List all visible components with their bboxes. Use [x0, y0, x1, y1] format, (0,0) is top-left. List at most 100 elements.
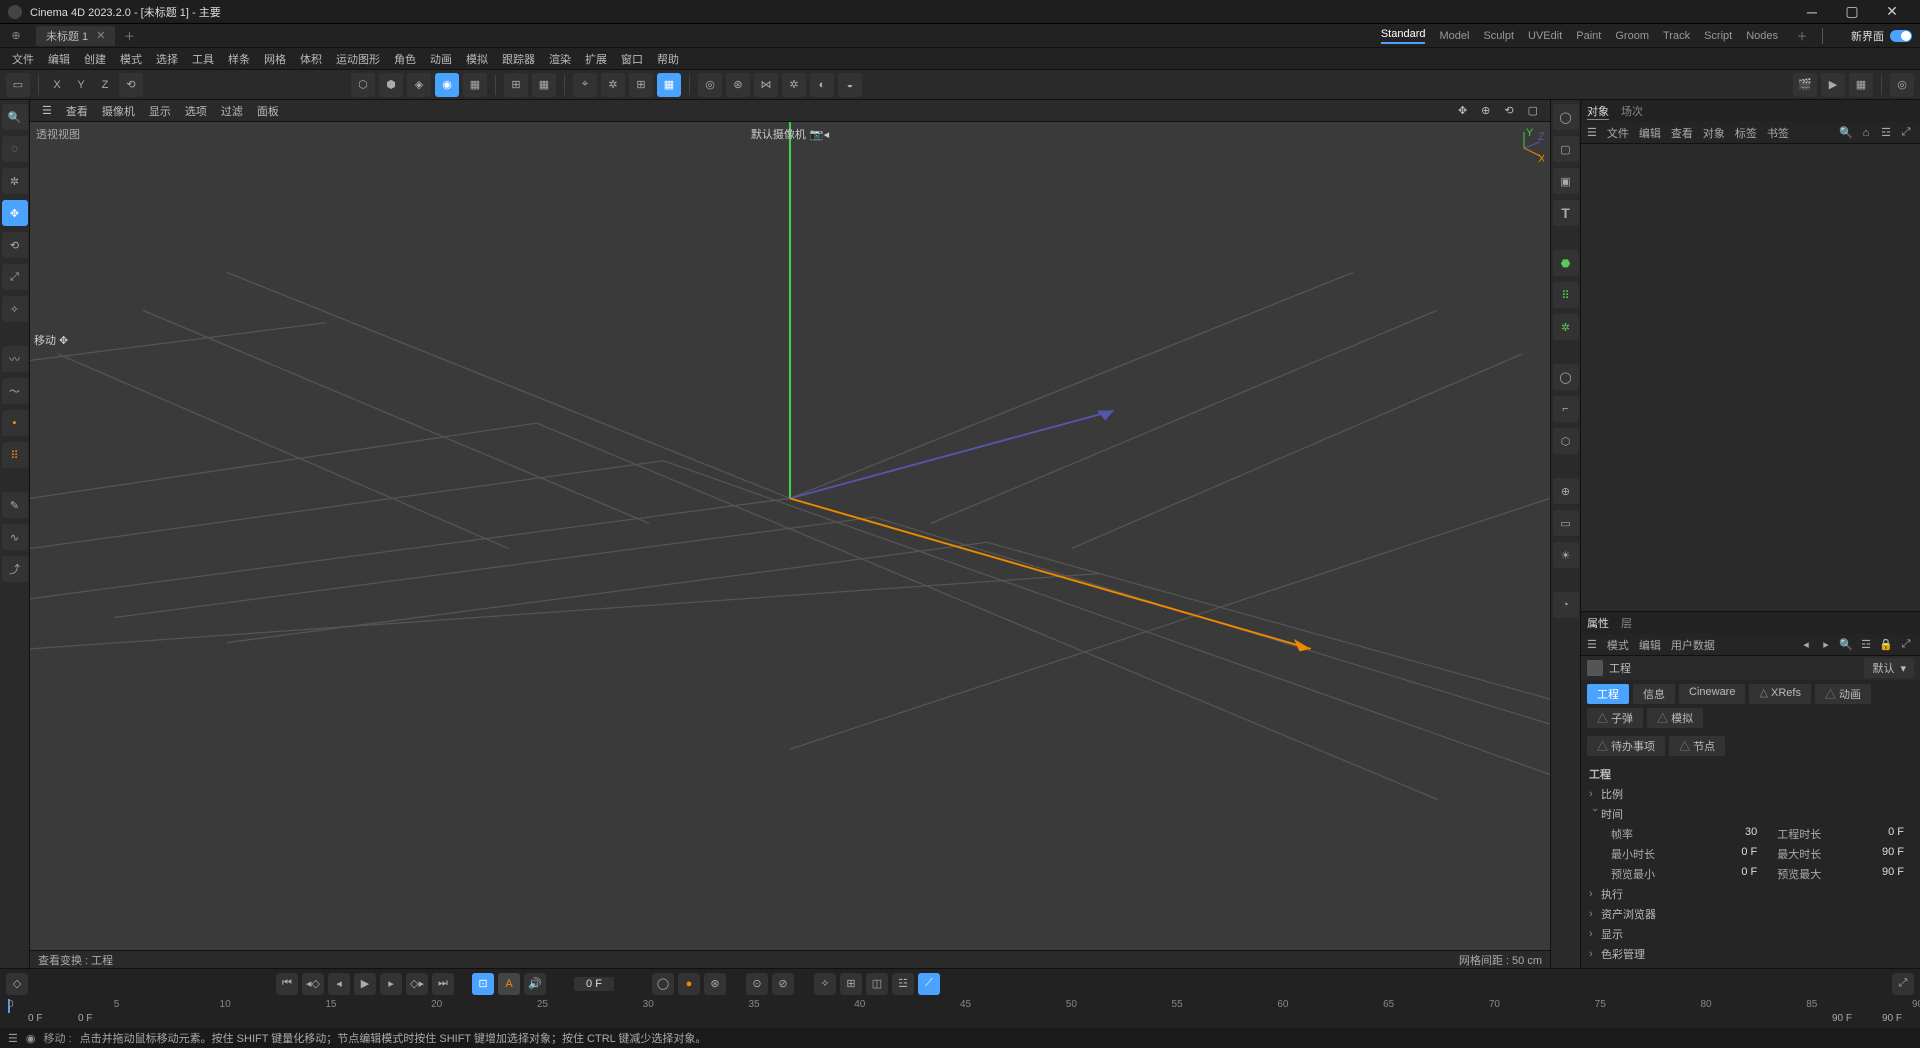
key-opt3-button[interactable]: ◫ [866, 973, 888, 995]
play-button[interactable]: ▶ [354, 973, 376, 995]
goto-start-button[interactable]: ⏮ [276, 973, 298, 995]
layout-groom[interactable]: Groom [1615, 30, 1649, 42]
cube-primitive-button[interactable]: ▣ [1553, 168, 1579, 194]
attr-lock-icon[interactable]: 🔒 [1878, 637, 1894, 653]
document-tab[interactable]: 未标题 1 ✕ [36, 26, 115, 46]
pmin-field[interactable]: 0 F [1709, 866, 1758, 882]
obj-menu-tags[interactable]: 标签 [1735, 125, 1757, 141]
vp-menu-camera[interactable]: 摄像机 [96, 101, 141, 121]
menu-mode[interactable]: 模式 [114, 49, 148, 69]
menu-mograph[interactable]: 运动图形 [330, 49, 386, 69]
layout-model[interactable]: Model [1439, 30, 1469, 42]
field-button[interactable]: ◯ [1553, 364, 1579, 390]
brush-button[interactable]: ✎ [2, 492, 28, 518]
floor-button[interactable]: ▭ [1553, 510, 1579, 536]
attr-nav-fwd-icon[interactable]: ▸ [1818, 637, 1834, 653]
attr-menu-edit[interactable]: 编辑 [1639, 637, 1661, 653]
vp-hamburger-icon[interactable]: ☰ [36, 102, 58, 119]
key-opt4-button[interactable]: ☳ [892, 973, 914, 995]
layout-uvedit[interactable]: UVEdit [1528, 30, 1562, 42]
layout-paint[interactable]: Paint [1576, 30, 1601, 42]
vp-menu-filter[interactable]: 过滤 [215, 101, 249, 121]
add-tab-button[interactable]: ＋ [119, 26, 139, 46]
live-select-button[interactable]: ◌ [2, 136, 28, 162]
object-list[interactable] [1581, 144, 1920, 611]
maximize-button[interactable]: ▢ [1832, 0, 1872, 24]
camera-lock-icon[interactable]: 📷◂ [810, 128, 829, 141]
menu-file[interactable]: 文件 [6, 49, 40, 69]
search-icon[interactable]: 🔍 [2, 104, 28, 130]
obj-hamburger-icon[interactable]: ☰ [1587, 126, 1597, 139]
scatter-button[interactable]: ⠿ [2, 442, 28, 468]
clapper-icon[interactable]: 🎬 [1793, 73, 1817, 97]
minimize-button[interactable]: ─ [1792, 0, 1832, 24]
section-project[interactable]: 工程 [1589, 764, 1912, 784]
menu-tracker[interactable]: 跟踪器 [496, 49, 541, 69]
tab-attributes[interactable]: 属性 [1587, 615, 1609, 631]
obj-menu-file[interactable]: 文件 [1607, 125, 1629, 141]
range-end-handle[interactable]: 90 F [1832, 1013, 1852, 1024]
layout-standard[interactable]: Standard [1381, 28, 1426, 44]
range-start-handle[interactable]: 0 F [28, 1013, 42, 1024]
section-scale[interactable]: ›比例 [1589, 784, 1912, 804]
knife-button[interactable]: ∿ [2, 524, 28, 550]
tab-layers[interactable]: 层 [1621, 615, 1632, 631]
chip-anim[interactable]: 动画 [1815, 684, 1871, 704]
scale-button[interactable]: ⤢ [2, 264, 28, 290]
cloner-button[interactable]: ⠿ [1553, 282, 1579, 308]
undo-history-button[interactable]: ▭ [6, 73, 30, 97]
picture-viewer-button[interactable]: ▶ [1821, 73, 1845, 97]
rec-enable-button[interactable]: ◯ [652, 973, 674, 995]
vp-menu-view[interactable]: 查看 [60, 101, 94, 121]
menu-help[interactable]: 帮助 [651, 49, 685, 69]
attr-hamburger-icon[interactable]: ☰ [1587, 638, 1597, 651]
add-layout-button[interactable]: ＋ [1792, 26, 1812, 46]
vp-menu-display[interactable]: 显示 [143, 101, 177, 121]
frame-back-button[interactable]: ◂ [328, 973, 350, 995]
workplane-button[interactable]: ⊞ [504, 73, 528, 97]
sym-enable-button[interactable]: ◎ [698, 73, 722, 97]
mirror-button[interactable]: ⋈ [754, 73, 778, 97]
render-settings-button[interactable]: ◉ [435, 73, 459, 97]
render-pv-button[interactable]: ⬢ [379, 73, 403, 97]
frame-fwd-button[interactable]: ▸ [380, 973, 402, 995]
obj-menu-edit[interactable]: 编辑 [1639, 125, 1661, 141]
sym-settings-button[interactable]: ⊛ [726, 73, 750, 97]
attr-filter-icon[interactable]: ☲ [1858, 637, 1874, 653]
attr-popout-icon[interactable]: ⤢ [1898, 637, 1914, 653]
render-queue-button[interactable]: ▦ [463, 73, 487, 97]
status-hamburger-icon[interactable]: ☰ [8, 1032, 18, 1045]
obj-menu-objects[interactable]: 对象 [1703, 125, 1725, 141]
section-display[interactable]: ›显示 [1589, 924, 1912, 944]
vp-nav-zoom-icon[interactable]: ⊕ [1475, 102, 1496, 119]
key-rot-button[interactable]: ⊘ [772, 973, 794, 995]
generator-button[interactable]: ⬣ [1553, 250, 1579, 276]
chip-sim[interactable]: 模拟 [1647, 708, 1703, 728]
vp-menu-panel[interactable]: 面板 [251, 101, 285, 121]
keyframe-diamond-button[interactable]: ◇ [6, 973, 28, 995]
layout-script[interactable]: Script [1704, 30, 1732, 42]
section-color[interactable]: ›色彩管理 [1589, 944, 1912, 964]
section-time[interactable]: ›时间 [1589, 804, 1912, 824]
menu-simulate[interactable]: 模拟 [460, 49, 494, 69]
obj-filter-icon[interactable]: ☲ [1878, 125, 1894, 141]
menu-extensions[interactable]: 扩展 [579, 49, 613, 69]
rec-arm-button[interactable]: ● [678, 973, 700, 995]
tab-close-icon[interactable]: ✕ [96, 29, 105, 42]
move-button[interactable]: ✥ [2, 200, 28, 226]
scene-button[interactable]: ⬡ [1553, 428, 1579, 454]
menu-spline[interactable]: 样条 [222, 49, 256, 69]
softsel-button[interactable]: ◐ [810, 73, 834, 97]
axis-y-button[interactable]: Y [71, 75, 91, 95]
obj-menu-bookmarks[interactable]: 书签 [1767, 125, 1789, 141]
environment-button[interactable]: ⊕ [1553, 478, 1579, 504]
light-button[interactable]: ☀ [1553, 542, 1579, 568]
prev-key-button[interactable]: ◂◇ [302, 973, 324, 995]
snap-settings-button[interactable]: ✲ [601, 73, 625, 97]
key-settings-button[interactable]: ⊛ [704, 973, 726, 995]
chip-cineware[interactable]: Cineware [1679, 684, 1745, 704]
section-asset[interactable]: ›资产浏览器 [1589, 904, 1912, 924]
pin-icon[interactable]: ⊕ [8, 28, 24, 44]
sound-button[interactable]: 🔊 [524, 973, 546, 995]
spline-square-button[interactable]: ▪ [2, 410, 28, 436]
